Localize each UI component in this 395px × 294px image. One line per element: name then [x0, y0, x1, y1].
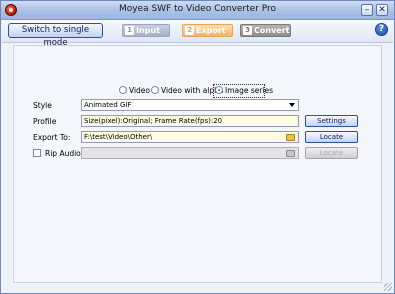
step-number: 1: [125, 26, 134, 35]
locate-button[interactable]: Locate: [305, 131, 358, 143]
step-convert-button[interactable]: 3 Convert: [240, 24, 291, 37]
rip-audio-checkbox[interactable]: [33, 149, 41, 157]
help-icon[interactable]: ?: [375, 23, 388, 36]
toolbar: Switch to single mode 1 Input 2 Export 3 Co…: [2, 20, 393, 48]
switch-to-single-mode-button[interactable]: Switch to single mode: [8, 23, 103, 48]
profile-field[interactable]: Size(pixel):Original; Frame Rate(fps):20: [81, 115, 299, 127]
minimize-icon[interactable]: –: [361, 4, 373, 16]
radio-image-series[interactable]: Image series: [215, 86, 273, 96]
app-window: Moyea SWF to Video Converter Pro – ✕ Swi…: [0, 0, 395, 294]
locate-audio-button: Locate: [305, 147, 358, 159]
step-label: Export: [196, 26, 226, 35]
close-icon[interactable]: ✕: [376, 4, 388, 16]
profile-label: Profile: [33, 117, 57, 126]
settings-button[interactable]: Settings: [305, 115, 358, 127]
radio-video[interactable]: Video: [119, 86, 150, 96]
radio-label: Video: [129, 86, 151, 95]
step-export-button[interactable]: 2 Export: [182, 24, 233, 37]
export-path-field[interactable]: F:\test\Video\Other\: [81, 131, 299, 143]
step-number: 3: [243, 26, 252, 35]
resize-grip[interactable]: [384, 283, 392, 291]
export-path-value: F:\test\Video\Other\: [84, 133, 153, 141]
step-input-button[interactable]: 1 Input: [122, 24, 170, 37]
folder-icon: [286, 150, 295, 157]
radio-button[interactable]: [151, 86, 159, 94]
dropdown-arrow-icon[interactable]: [289, 103, 295, 107]
rip-audio-label: Rip Audio:: [45, 149, 84, 158]
step-number: 2: [185, 26, 194, 35]
radio-button[interactable]: [119, 86, 127, 94]
window-title: Moyea SWF to Video Converter Pro: [118, 4, 277, 14]
step-label: Convert: [254, 26, 290, 35]
title-bar[interactable]: Moyea SWF to Video Converter Pro – ✕: [1, 1, 394, 20]
folder-icon[interactable]: [286, 134, 295, 141]
style-value: Animated GIF: [84, 101, 132, 109]
style-dropdown[interactable]: Animated GIF: [81, 99, 299, 111]
step-label: Input: [136, 26, 160, 35]
rip-audio-path-field: [81, 147, 299, 159]
radio-button-selected[interactable]: [215, 86, 223, 94]
export-settings-panel: [13, 45, 382, 283]
radio-label: Image series: [225, 86, 274, 95]
style-label: Style: [33, 101, 52, 110]
export-to-label: Export To:: [33, 133, 71, 142]
